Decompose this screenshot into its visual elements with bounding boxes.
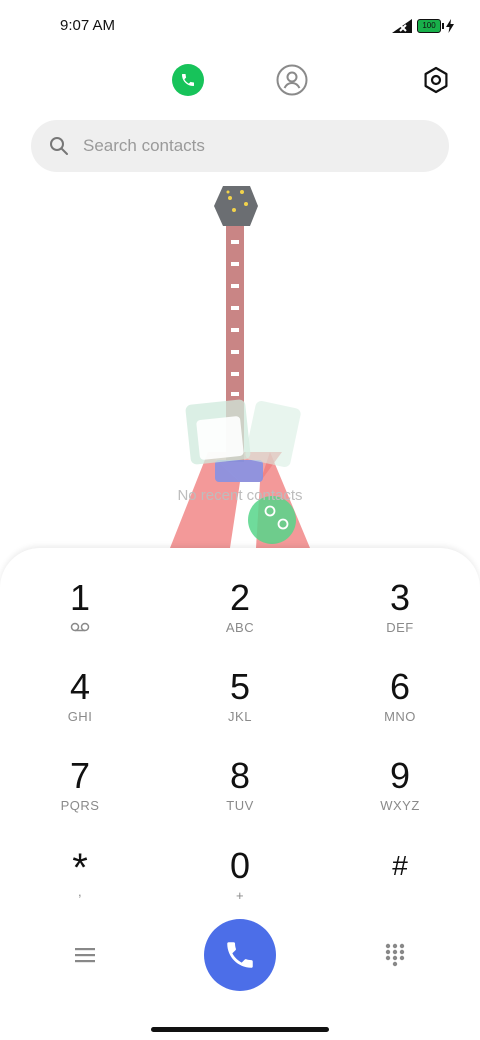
key-letters: JKL — [228, 709, 252, 724]
key-1[interactable]: 1 — [20, 578, 140, 636]
search-icon — [50, 137, 68, 155]
battery-indicator: 100 — [417, 19, 444, 33]
key-digit: 4 — [69, 666, 91, 707]
key-letters: ABC — [225, 620, 255, 635]
key-7[interactable]: 7 PQRS — [20, 756, 140, 814]
settings-icon[interactable] — [422, 66, 450, 94]
voicemail-icon — [20, 620, 140, 636]
key-8[interactable]: 8 TUV — [180, 756, 300, 814]
menu-icon[interactable] — [74, 945, 96, 965]
tab-contacts[interactable] — [276, 64, 308, 96]
key-3[interactable]: 3 DEF — [340, 578, 460, 636]
search-bar[interactable] — [31, 120, 449, 172]
empty-state-text: No recent contacts — [177, 487, 303, 504]
search-input[interactable] — [81, 135, 405, 157]
key-digit: 8 — [229, 755, 251, 796]
dialpad-toggle-icon[interactable] — [384, 943, 406, 967]
signal-off-icon — [392, 19, 412, 33]
call-button[interactable] — [204, 919, 276, 991]
key-digit: 1 — [69, 577, 91, 618]
key-digit: 6 — [389, 666, 411, 707]
key-2[interactable]: 2 ABC — [180, 578, 300, 636]
status-icons: 100 — [392, 18, 454, 34]
phone-icon — [182, 74, 194, 86]
key-letters: GHI — [67, 709, 93, 724]
home-indicator[interactable] — [151, 1027, 329, 1032]
phone-icon — [227, 942, 253, 968]
key-letters — [340, 888, 460, 904]
key-0[interactable]: 0 + — [180, 846, 300, 904]
key-letters: PQRS — [60, 798, 100, 813]
key-letters: DEF — [386, 620, 414, 635]
key-digit: 7 — [69, 755, 91, 796]
key-6[interactable]: 6 MNO — [340, 667, 460, 725]
key-digit: 0 — [229, 845, 251, 886]
key-letters: MNO — [384, 709, 416, 724]
key-letters: + — [235, 888, 245, 903]
key-letters: , — [77, 884, 83, 899]
key-9[interactable]: 9 WXYZ — [340, 756, 460, 814]
tab-phone[interactable] — [172, 64, 204, 96]
key-star[interactable]: * , — [20, 846, 140, 900]
key-letters: WXYZ — [380, 798, 420, 813]
key-digit: 3 — [389, 577, 411, 618]
key-digit: 2 — [229, 577, 251, 618]
key-5[interactable]: 5 JKL — [180, 667, 300, 725]
key-4[interactable]: 4 GHI — [20, 667, 140, 725]
key-letters: TUV — [226, 798, 254, 813]
status-time: 9:07 AM — [60, 17, 116, 34]
key-hash[interactable]: # — [340, 846, 460, 904]
key-digit: 5 — [229, 666, 251, 707]
key-digit: # — [392, 850, 408, 881]
charging-icon — [446, 19, 454, 33]
key-digit: 9 — [389, 755, 411, 796]
